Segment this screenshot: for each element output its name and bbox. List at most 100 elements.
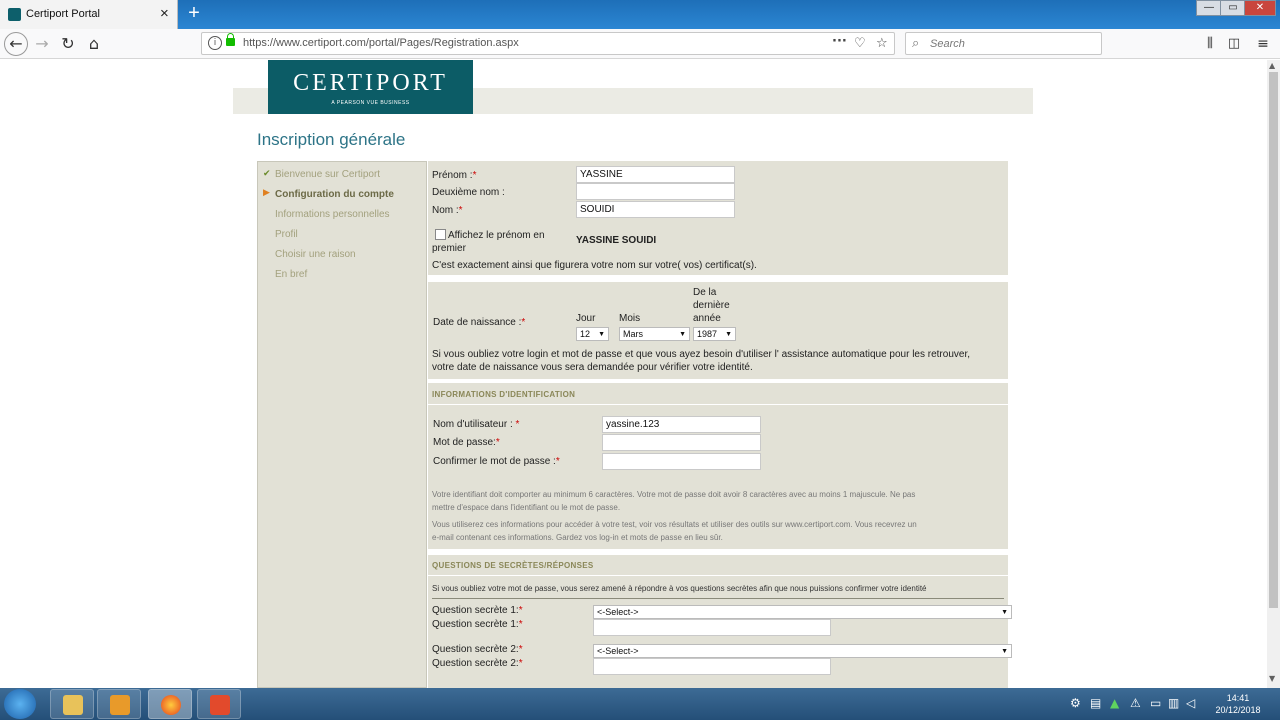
year-select-value: 1987 [697, 329, 718, 339]
tray-antivirus-icon[interactable]: ⚠ [1130, 696, 1141, 710]
question2-label: Question secrète 2:* [432, 644, 523, 655]
home-icon[interactable]: ⌂ [83, 33, 105, 55]
nom-input[interactable]: SOUIDI [576, 201, 735, 218]
address-bar[interactable]: i https://www.certiport.com/portal/Pages… [201, 32, 895, 55]
scrollbar-thumb[interactable] [1269, 72, 1278, 608]
required-mark: * [518, 658, 523, 669]
sidebar-item-informations[interactable]: Informations personnelles [275, 209, 390, 220]
window-close-button[interactable]: ✕ [1244, 0, 1276, 16]
question2-select[interactable]: <-Select-> ▼ [593, 644, 1012, 658]
sidebar-item-bienvenue[interactable]: Bienvenue sur Certiport [275, 169, 380, 180]
question1-label-text: Question secrète 1: [432, 605, 519, 616]
sidebar-toggle-icon[interactable]: ◫ [1223, 33, 1245, 55]
sidebar-item-raison[interactable]: Choisir une raison [275, 249, 356, 260]
chevron-down-icon: ▼ [679, 331, 686, 338]
logo-wordmark: CERTIPORT [293, 70, 448, 96]
chevron-down-icon: ▼ [1001, 609, 1008, 616]
scroll-down-icon[interactable]: ▼ [1269, 674, 1275, 683]
nom-label-text: Nom : [432, 205, 459, 216]
reload-icon[interactable]: ↻ [57, 33, 79, 55]
password-input[interactable] [602, 434, 761, 451]
question1-select-value: <-Select-> [597, 607, 639, 617]
birthdate-label: Date de naissance :* [433, 317, 525, 328]
checkmark-icon: ✔ [263, 169, 271, 179]
tab-close-icon[interactable]: × [160, 5, 169, 23]
username-input[interactable]: yassine.123 [602, 416, 761, 433]
identification-heading: INFORMATIONS D'IDENTIFICATION [432, 390, 576, 399]
question1-select[interactable]: <-Select-> ▼ [593, 605, 1012, 619]
certiport-logo[interactable]: CERTIPORT A PEARSON VUE BUSINESS [268, 60, 473, 114]
name-preview: YASSINE SOUIDI [576, 235, 657, 246]
chevron-down-icon: ▼ [598, 331, 605, 338]
username-label-text: Nom d'utilisateur : [433, 419, 513, 430]
page-scrollbar[interactable]: ▲ ▼ [1267, 60, 1280, 688]
site-info-icon[interactable]: i [208, 36, 222, 50]
url-path: /portal/Pages/Registration.aspx [365, 37, 519, 49]
tray-triangle-icon[interactable]: ▲ [1110, 696, 1119, 710]
answer1-label-text: Question secrète 1: [432, 619, 519, 630]
question1-label: Question secrète 1:* [432, 605, 523, 616]
required-mark: * [495, 437, 500, 448]
prenom-label: Prénom :* [432, 170, 476, 181]
pocket-icon[interactable]: ♡ [854, 36, 866, 51]
answer2-input[interactable] [593, 658, 831, 675]
secure-lock-icon [226, 33, 235, 46]
identification-panel: INFORMATIONS D'IDENTIFICATION Nom d'util… [428, 383, 1008, 549]
tray-signal-icon[interactable]: ▥ [1168, 696, 1179, 710]
browser-tab[interactable]: Certiport Portal × [0, 0, 178, 29]
credentials-help-1a: Votre identifiant doit comporter au mini… [432, 490, 916, 499]
start-button-icon[interactable] [4, 689, 36, 719]
url-text[interactable]: https://www.certiport.com/portal/Pages/R… [243, 37, 519, 49]
answer1-input[interactable] [593, 619, 831, 636]
confirm-password-input[interactable] [602, 453, 761, 470]
clock-time: 14:41 [1226, 693, 1250, 703]
year-header-3: année [693, 313, 721, 324]
tray-volume-icon[interactable]: ◁ [1186, 696, 1195, 710]
menu-icon[interactable]: ≡ [1252, 33, 1274, 55]
new-tab-button[interactable]: + [183, 3, 205, 25]
back-arrow-icon[interactable]: ← [4, 32, 28, 56]
password-label-text: Mot de passe: [433, 437, 496, 448]
day-select[interactable]: 12 ▼ [576, 327, 609, 341]
year-select[interactable]: 1987 ▼ [693, 327, 736, 341]
page-actions-icon[interactable]: ··· [832, 34, 847, 49]
sidebar-item-profil[interactable]: Profil [275, 229, 298, 240]
secret-questions-intro: Si vous oubliez votre mot de passe, vous… [432, 584, 927, 593]
maximize-button[interactable]: ▭ [1220, 0, 1246, 16]
chevron-down-icon: ▼ [1001, 648, 1008, 655]
first-name-first-checkbox[interactable] [435, 229, 446, 240]
tray-network-icon[interactable]: ⚙ [1070, 696, 1081, 710]
nom-label: Nom :* [432, 205, 463, 216]
secret-questions-panel: QUESTIONS DE SECRÈTES/RÉPONSES Si vous o… [428, 555, 1012, 688]
search-bar[interactable]: ⌕ Search [905, 32, 1102, 55]
credentials-help-2b: e-mail contenant ces informations. Garde… [432, 533, 723, 542]
clock-date: 20/12/2018 [1215, 705, 1261, 715]
year-header-2: dernière [693, 300, 730, 311]
month-select-value: Mars [623, 329, 643, 339]
certificate-note: C'est exactement ainsi que figurera votr… [432, 260, 757, 271]
search-icon: ⌕ [912, 36, 920, 51]
library-icon[interactable]: ⫼ [1199, 33, 1221, 55]
tray-printer-icon[interactable]: ▤ [1090, 696, 1101, 710]
taskbar-explorer[interactable] [50, 689, 94, 719]
taskbar-media-player[interactable] [97, 689, 141, 719]
tray-display-icon[interactable]: ▭ [1150, 696, 1161, 710]
scroll-up-icon[interactable]: ▲ [1269, 61, 1275, 70]
deuxieme-nom-label: Deuxième nom : [432, 187, 505, 198]
taskbar-clock[interactable]: 14:41 20/12/2018 [1206, 692, 1270, 716]
sidebar-item-configuration[interactable]: Configuration du compte [275, 189, 394, 200]
month-select[interactable]: Mars ▼ [619, 327, 690, 341]
confirm-password-label: Confirmer le mot de passe :* [433, 456, 560, 467]
username-label: Nom d'utilisateur : * [433, 419, 519, 430]
deuxieme-nom-input[interactable] [576, 183, 735, 200]
sidebar-item-en-bref[interactable]: En bref [275, 269, 307, 280]
prenom-input[interactable]: YASSINE [576, 166, 735, 183]
required-mark: * [518, 644, 523, 655]
taskbar-firefox[interactable] [148, 689, 192, 719]
required-mark: * [472, 170, 477, 181]
required-mark: * [458, 205, 463, 216]
bookmark-star-icon[interactable]: ☆ [876, 36, 888, 51]
minimize-button[interactable]: — [1196, 0, 1222, 16]
forward-arrow-icon[interactable]: → [31, 33, 53, 55]
taskbar-recorder[interactable] [197, 689, 241, 719]
